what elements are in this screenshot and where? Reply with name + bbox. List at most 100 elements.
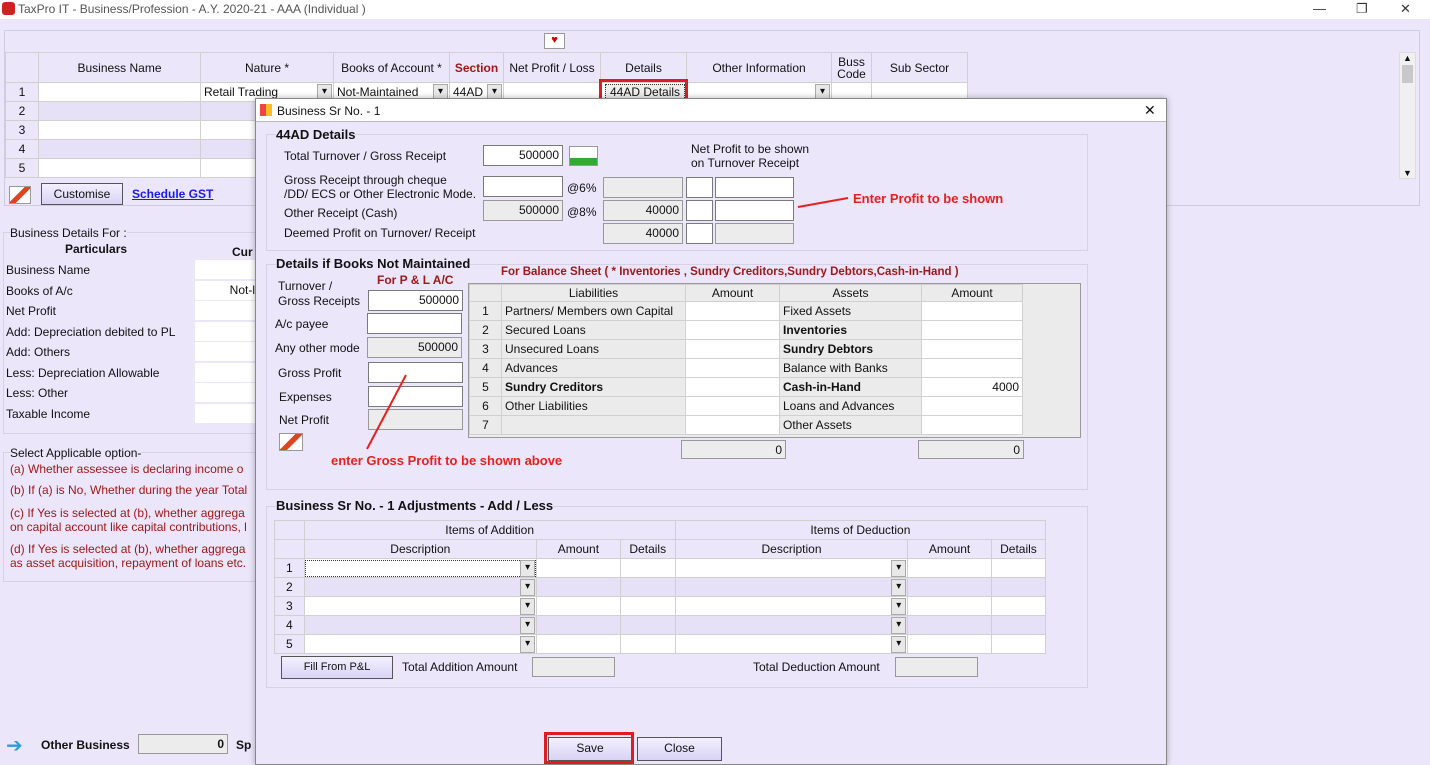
addition-details-cell[interactable] [619, 634, 676, 654]
cash-np-small[interactable] [686, 200, 713, 221]
books-turnover-input[interactable]: 500000 [368, 290, 463, 311]
addition-amount-input[interactable] [536, 615, 621, 635]
addition-description-select[interactable] [303, 634, 538, 654]
cheque-input[interactable] [483, 176, 563, 197]
addition-details-cell[interactable] [619, 596, 676, 616]
liability-amount-input[interactable] [685, 339, 780, 359]
deduction-details-cell[interactable] [990, 615, 1047, 635]
edit-icon[interactable]: ♥ [544, 33, 565, 49]
turnover-input[interactable]: 500000 [483, 145, 563, 166]
liability-amount-input[interactable] [685, 415, 780, 435]
deduction-amount-input[interactable] [907, 596, 992, 616]
customise-button[interactable]: Customise [41, 183, 123, 205]
items-of-deduction-header: Items of Deduction [674, 520, 1047, 540]
particular-label: Less: Depreciation Allowable [6, 365, 160, 380]
liability-amount-input[interactable] [685, 358, 780, 378]
applicable-option-line[interactable]: as asset acquisition, repayment of loans… [10, 556, 255, 570]
particular-value[interactable] [195, 403, 255, 423]
liability-amount-input[interactable] [685, 320, 780, 340]
applicable-option-line[interactable]: (b) If (a) is No, Whether during the yea… [10, 483, 255, 497]
addition-description-select[interactable] [303, 558, 538, 578]
addition-description-select[interactable] [303, 596, 538, 616]
schedule-gst-link[interactable]: Schedule GST [132, 187, 213, 201]
deduction-description-select[interactable] [674, 615, 909, 635]
dialog-title: Business Sr No. - 1 [277, 104, 381, 118]
particular-value[interactable] [195, 321, 255, 341]
particular-value[interactable] [195, 342, 255, 361]
addition-details-cell[interactable] [619, 615, 676, 635]
adjust-row[interactable]: 2 [274, 577, 1047, 597]
deduction-details-cell[interactable] [990, 596, 1047, 616]
adjust-row[interactable]: 1 [274, 558, 1047, 578]
deduction-description-select[interactable] [674, 634, 909, 654]
asset-amount-input[interactable] [921, 358, 1023, 378]
particular-value[interactable] [195, 301, 255, 320]
clear-books-icon[interactable] [279, 433, 303, 451]
column-header: Net Profit / Loss [503, 52, 601, 83]
arrow-right-icon[interactable]: ➔ [6, 736, 30, 757]
close-window-button[interactable]: ✕ [1400, 1, 1411, 17]
acpayee-label: A/c payee [275, 317, 329, 331]
close-button[interactable]: Close [637, 737, 722, 761]
cheque-np-small[interactable] [686, 177, 713, 198]
asset-amount-input[interactable] [921, 301, 1023, 321]
deduction-amount-input[interactable] [907, 577, 992, 597]
asset-amount-input[interactable] [921, 415, 1023, 435]
liability-amount-input[interactable] [685, 301, 780, 321]
business-name-cell[interactable] [38, 120, 201, 140]
addition-amount-input[interactable] [536, 634, 621, 654]
applicable-option-line[interactable]: (d) If Yes is selected at (b), whether a… [10, 542, 255, 556]
row-number: 1 [274, 558, 305, 578]
adjust-column-header: Description [303, 539, 538, 559]
applicable-option-line[interactable]: on capital account like capital contribu… [10, 520, 255, 534]
business-name-cell[interactable] [38, 82, 201, 102]
business-name-cell[interactable] [38, 101, 201, 121]
restore-button[interactable]: ❐ [1356, 1, 1368, 17]
addition-amount-input[interactable] [536, 596, 621, 616]
deduction-details-cell[interactable] [990, 634, 1047, 654]
particular-value[interactable] [195, 362, 255, 382]
asset-amount-input[interactable] [921, 396, 1023, 416]
addition-description-select[interactable] [303, 577, 538, 597]
adjust-column-header: Amount [907, 539, 992, 559]
deduction-details-cell[interactable] [990, 558, 1047, 578]
applicable-option-line[interactable]: (c) If Yes is selected at (b), whether a… [10, 506, 255, 520]
addition-amount-input[interactable] [536, 577, 621, 597]
calculator-icon[interactable] [569, 146, 598, 166]
adjust-row[interactable]: 4 [274, 615, 1047, 635]
minimize-button[interactable]: — [1313, 1, 1326, 16]
asset-amount-input[interactable]: 4000 [921, 377, 1023, 397]
fill-from-pl-button[interactable]: Fill From P&L [281, 656, 393, 679]
business-name-cell[interactable] [38, 139, 201, 159]
deduction-description-select[interactable] [674, 596, 909, 616]
deduction-description-select[interactable] [674, 558, 909, 578]
cheque-label: Gross Receipt through cheque /DD/ ECS or… [284, 173, 477, 201]
deduction-amount-input[interactable] [907, 615, 992, 635]
adjust-row[interactable]: 5 [274, 634, 1047, 654]
grid-scrollbar[interactable]: ▲ ▼ [1399, 52, 1416, 179]
cash-np-input[interactable] [715, 200, 794, 221]
addition-amount-input[interactable] [536, 558, 621, 578]
asset-amount-input[interactable] [921, 320, 1023, 340]
deduction-details-cell[interactable] [990, 577, 1047, 597]
asset-amount-input[interactable] [921, 339, 1023, 359]
cheque-np-input[interactable] [715, 177, 794, 198]
business-name-cell[interactable] [38, 158, 201, 178]
liability-amount-input[interactable] [685, 396, 780, 416]
acpayee-input[interactable] [367, 313, 462, 334]
particular-value[interactable] [195, 260, 255, 279]
applicable-option-line[interactable]: (a) Whether assessee is declaring income… [10, 462, 255, 476]
particular-value[interactable]: Not-l [195, 280, 255, 300]
deduction-amount-input[interactable] [907, 634, 992, 654]
clear-icon[interactable] [9, 186, 31, 204]
deemed-np-small[interactable] [686, 223, 713, 244]
deduction-amount-input[interactable] [907, 558, 992, 578]
particular-value[interactable] [195, 383, 255, 402]
addition-description-select[interactable] [303, 615, 538, 635]
adjust-row[interactable]: 3 [274, 596, 1047, 616]
liability-amount-input[interactable] [685, 377, 780, 397]
deduction-description-select[interactable] [674, 577, 909, 597]
addition-details-cell[interactable] [619, 558, 676, 578]
addition-details-cell[interactable] [619, 577, 676, 597]
dialog-close-button[interactable]: ✕ [1144, 102, 1156, 119]
